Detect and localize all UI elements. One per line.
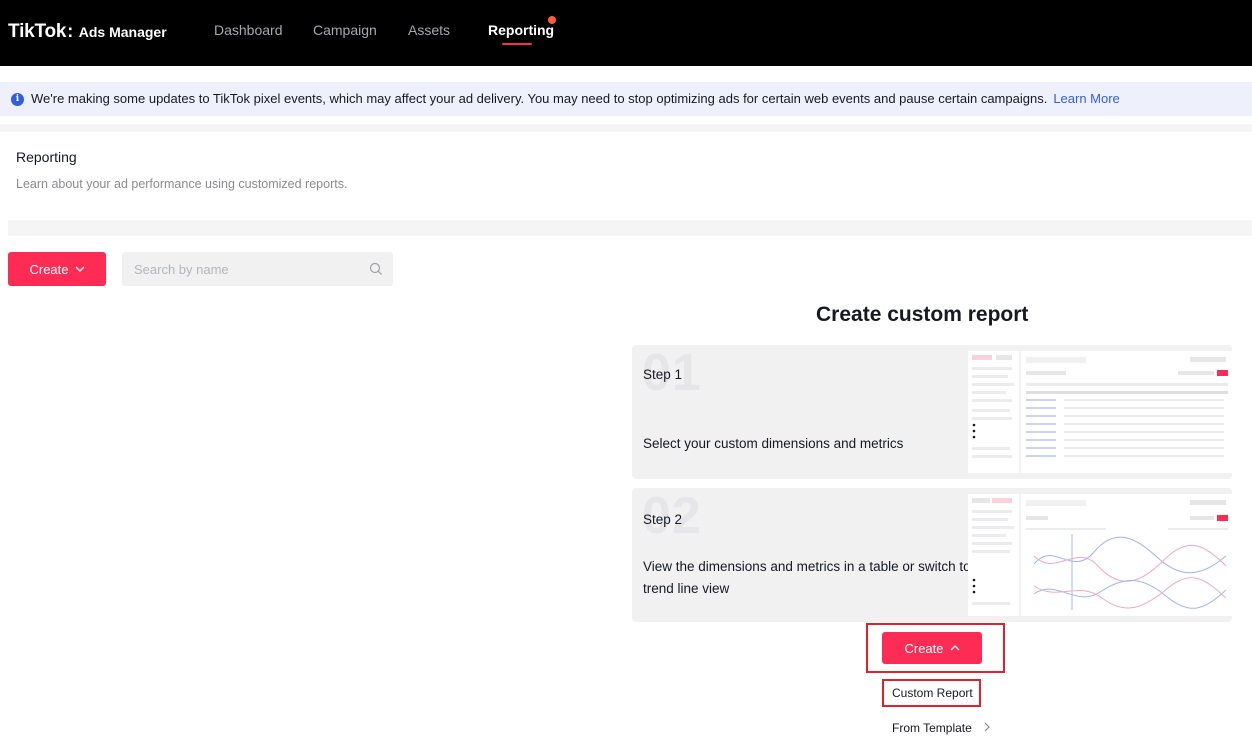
brand-main: TikTok	[8, 21, 67, 42]
notice-text-row: We're making some updates to TikTok pixe…	[31, 91, 1120, 106]
brand-separator: :	[67, 21, 74, 41]
step-label: Step 2	[643, 512, 683, 527]
top-navigation-bar: TikTok: Ads Manager Dashboard Campaign A…	[0, 0, 1252, 66]
step-label: Step 1	[643, 367, 683, 382]
page-title: Reporting	[16, 149, 77, 165]
nav-assets[interactable]: Assets	[408, 22, 450, 38]
search-input[interactable]	[134, 260, 354, 278]
step-2-preview-image	[968, 494, 1232, 616]
nav-reporting[interactable]: Reporting	[488, 22, 554, 38]
notice-message: We're making some updates to TikTok pixe…	[31, 91, 1048, 106]
active-nav-indicator	[502, 43, 532, 45]
page-subtitle: Learn about your ad performance using cu…	[16, 177, 348, 191]
create-button-label: Create	[29, 261, 69, 277]
chevron-right-icon[interactable]	[984, 722, 990, 732]
custom-report-title: Create custom report	[816, 303, 1029, 326]
learn-more-link[interactable]: Learn More	[1053, 91, 1119, 106]
step-card-2: 02 Step 2 View the dimensions and metric…	[632, 488, 1232, 622]
section-divider	[0, 124, 1252, 132]
nav-campaign[interactable]: Campaign	[313, 22, 377, 38]
step-description: Select your custom dimensions and metric…	[643, 436, 904, 451]
create-button[interactable]: Create	[8, 252, 106, 286]
info-icon: i	[11, 93, 24, 106]
chevron-down-icon	[75, 266, 84, 272]
chevron-up-icon	[950, 645, 959, 651]
tiktok-ads-manager-logo[interactable]: TikTok: Ads Manager	[8, 21, 167, 43]
create-report-button-label: Create	[904, 640, 944, 656]
search-box[interactable]	[122, 252, 393, 286]
menu-item-from-template[interactable]: From Template	[892, 721, 972, 735]
nav-dashboard[interactable]: Dashboard	[214, 22, 283, 38]
menu-item-custom-report[interactable]: Custom Report	[892, 686, 973, 700]
create-report-button[interactable]: Create	[882, 632, 982, 664]
step-1-preview-image	[968, 351, 1232, 473]
step-card-1: 01 Step 1 Select your custom dimensions …	[632, 345, 1232, 479]
brand-sub: Ads Manager	[78, 24, 167, 40]
step-description: View the dimensions and metrics in a tab…	[643, 559, 971, 596]
pixel-update-notice: i We're making some updates to TikTok pi…	[0, 82, 1252, 116]
notification-dot	[548, 16, 556, 24]
search-icon[interactable]	[369, 262, 383, 276]
section-divider	[8, 220, 1252, 236]
